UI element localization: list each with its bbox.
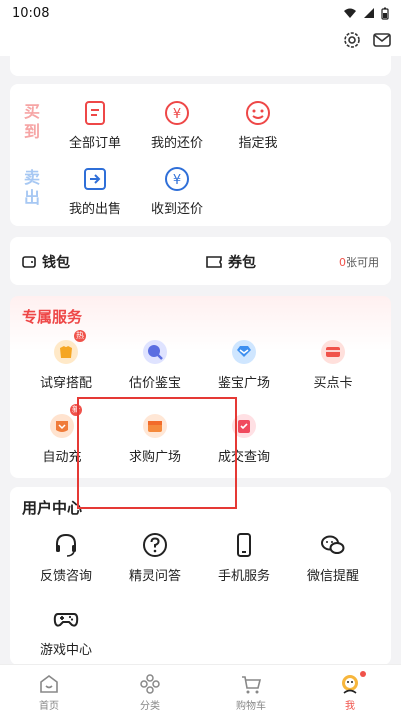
sell-arrow-icon	[84, 168, 106, 190]
orders-card: 买到 卖出 全部订单 ¥ 我的还价 指定我 我的出售 ¥ 收到还价	[10, 84, 391, 226]
nav-home-label: 首页	[39, 701, 59, 712]
try-on-button[interactable]: 热 试穿搭配	[26, 330, 106, 391]
battery-icon	[381, 7, 389, 20]
nav-home[interactable]: 首页	[19, 673, 79, 712]
coupon-icon	[206, 256, 222, 268]
nav-cart-label: 购物车	[236, 701, 266, 712]
buy-card-label: 买点卡	[313, 376, 353, 391]
order-list-icon	[85, 101, 105, 125]
services-title: 专属服务	[22, 308, 83, 326]
appraise-button[interactable]: 估价鉴宝	[115, 338, 195, 391]
appraise-square-button[interactable]: 鉴宝广场	[204, 338, 284, 391]
nav-profile[interactable]: 我	[320, 671, 380, 712]
question-icon	[143, 533, 167, 557]
coupon-label: 券包	[228, 255, 256, 271]
coupon-available-count[interactable]: 0张可用	[339, 254, 379, 270]
mail-icon[interactable]	[372, 30, 392, 50]
auto-recharge-label: 自动充	[42, 450, 82, 465]
services-card: 专属服务 热 试穿搭配 估价鉴宝 鉴宝广场 买点卡 新 自动充 求购广场 成交查…	[10, 296, 391, 478]
wallet-label: 钱包	[42, 255, 70, 271]
designated-me-label: 指定我	[238, 136, 278, 151]
signal-icon	[364, 8, 374, 18]
wifi-icon	[344, 8, 356, 18]
nav-profile-label: 我	[345, 701, 355, 712]
feedback-button[interactable]: 反馈咨询	[26, 531, 106, 584]
svg-text:¥: ¥	[173, 173, 181, 188]
home-icon	[40, 675, 58, 693]
hot-badge: 热	[74, 330, 86, 342]
deal-query-icon	[230, 412, 258, 440]
top-card-fragment	[10, 56, 391, 76]
want-buy-icon	[141, 412, 169, 440]
qa-label: 精灵问答	[128, 569, 181, 584]
smile-icon	[246, 101, 270, 125]
status-bar: 10:08	[0, 0, 401, 26]
nav-category[interactable]: 分类	[120, 673, 180, 712]
phone-icon	[237, 533, 251, 557]
bottom-nav: 首页 分类 购物车 我	[0, 664, 401, 712]
status-time: 10:08	[12, 5, 50, 21]
yuan-icon: ¥	[165, 167, 189, 191]
wechat-reminder-label: 微信提醒	[306, 569, 359, 584]
feedback-label: 反馈咨询	[39, 569, 92, 584]
appraise-square-label: 鉴宝广场	[217, 376, 270, 391]
my-counteroffer-button[interactable]: ¥ 我的还价	[137, 100, 217, 151]
game-center-button[interactable]: 游戏中心	[26, 605, 106, 658]
wechat-reminder-button[interactable]: 微信提醒	[293, 531, 373, 584]
received-counteroffer-button[interactable]: ¥ 收到还价	[137, 166, 217, 217]
card-icon	[319, 338, 347, 366]
coupon-suffix: 张可用	[346, 256, 379, 269]
buy-label: 买到	[23, 102, 40, 141]
wallet-icon	[22, 256, 36, 268]
nav-category-label: 分类	[140, 701, 160, 712]
category-icon	[140, 674, 160, 694]
new-badge: 新	[70, 404, 82, 416]
cart-icon	[242, 676, 262, 694]
user-center-title: 用户中心	[22, 499, 83, 517]
wallet-card: 钱包 券包 0张可用	[10, 237, 391, 285]
sell-label: 卖出	[23, 168, 40, 207]
my-sales-button[interactable]: 我的出售	[55, 166, 135, 217]
profile-icon	[342, 675, 358, 694]
all-orders-label: 全部订单	[68, 136, 121, 151]
try-on-label: 试穿搭配	[39, 376, 92, 391]
yuan-icon: ¥	[165, 101, 189, 125]
my-counteroffer-label: 我的还价	[150, 136, 203, 151]
nav-cart[interactable]: 购物车	[221, 673, 281, 712]
designated-me-button[interactable]: 指定我	[218, 100, 298, 151]
want-buy-square-button[interactable]: 求购广场	[115, 412, 195, 465]
user-center-card: 用户中心 反馈咨询 精灵问答 手机服务 微信提醒 游戏中心	[10, 487, 391, 665]
wallet-button[interactable]: 钱包	[22, 252, 70, 272]
gamepad-icon	[53, 613, 79, 627]
phone-service-label: 手机服务	[217, 569, 270, 584]
header-bar	[0, 26, 401, 56]
qa-button[interactable]: 精灵问答	[115, 531, 195, 584]
try-on-icon: 热	[52, 330, 86, 366]
svg-text:¥: ¥	[173, 107, 181, 122]
game-center-label: 游戏中心	[39, 643, 92, 658]
coupon-count: 0	[339, 256, 346, 269]
all-orders-button[interactable]: 全部订单	[55, 100, 135, 151]
deal-query-label: 成交查询	[217, 450, 270, 465]
deal-query-button[interactable]: 成交查询	[204, 412, 284, 465]
gear-icon[interactable]	[342, 30, 362, 50]
appraise-label: 估价鉴宝	[128, 376, 181, 391]
profile-notification-dot	[360, 671, 366, 677]
coupon-button[interactable]: 券包	[206, 252, 256, 272]
received-counteroffer-label: 收到还价	[150, 202, 203, 217]
auto-recharge-button[interactable]: 新 自动充	[22, 404, 102, 465]
phone-service-button[interactable]: 手机服务	[204, 531, 284, 584]
my-sales-label: 我的出售	[68, 202, 121, 217]
appraise-square-icon	[230, 338, 258, 366]
wechat-icon	[321, 535, 345, 554]
headset-icon	[56, 533, 76, 557]
auto-recharge-icon: 新	[48, 404, 82, 440]
want-buy-square-label: 求购广场	[128, 450, 181, 465]
buy-card-button[interactable]: 买点卡	[293, 338, 373, 391]
status-icons	[343, 7, 389, 20]
appraise-icon	[141, 338, 169, 366]
